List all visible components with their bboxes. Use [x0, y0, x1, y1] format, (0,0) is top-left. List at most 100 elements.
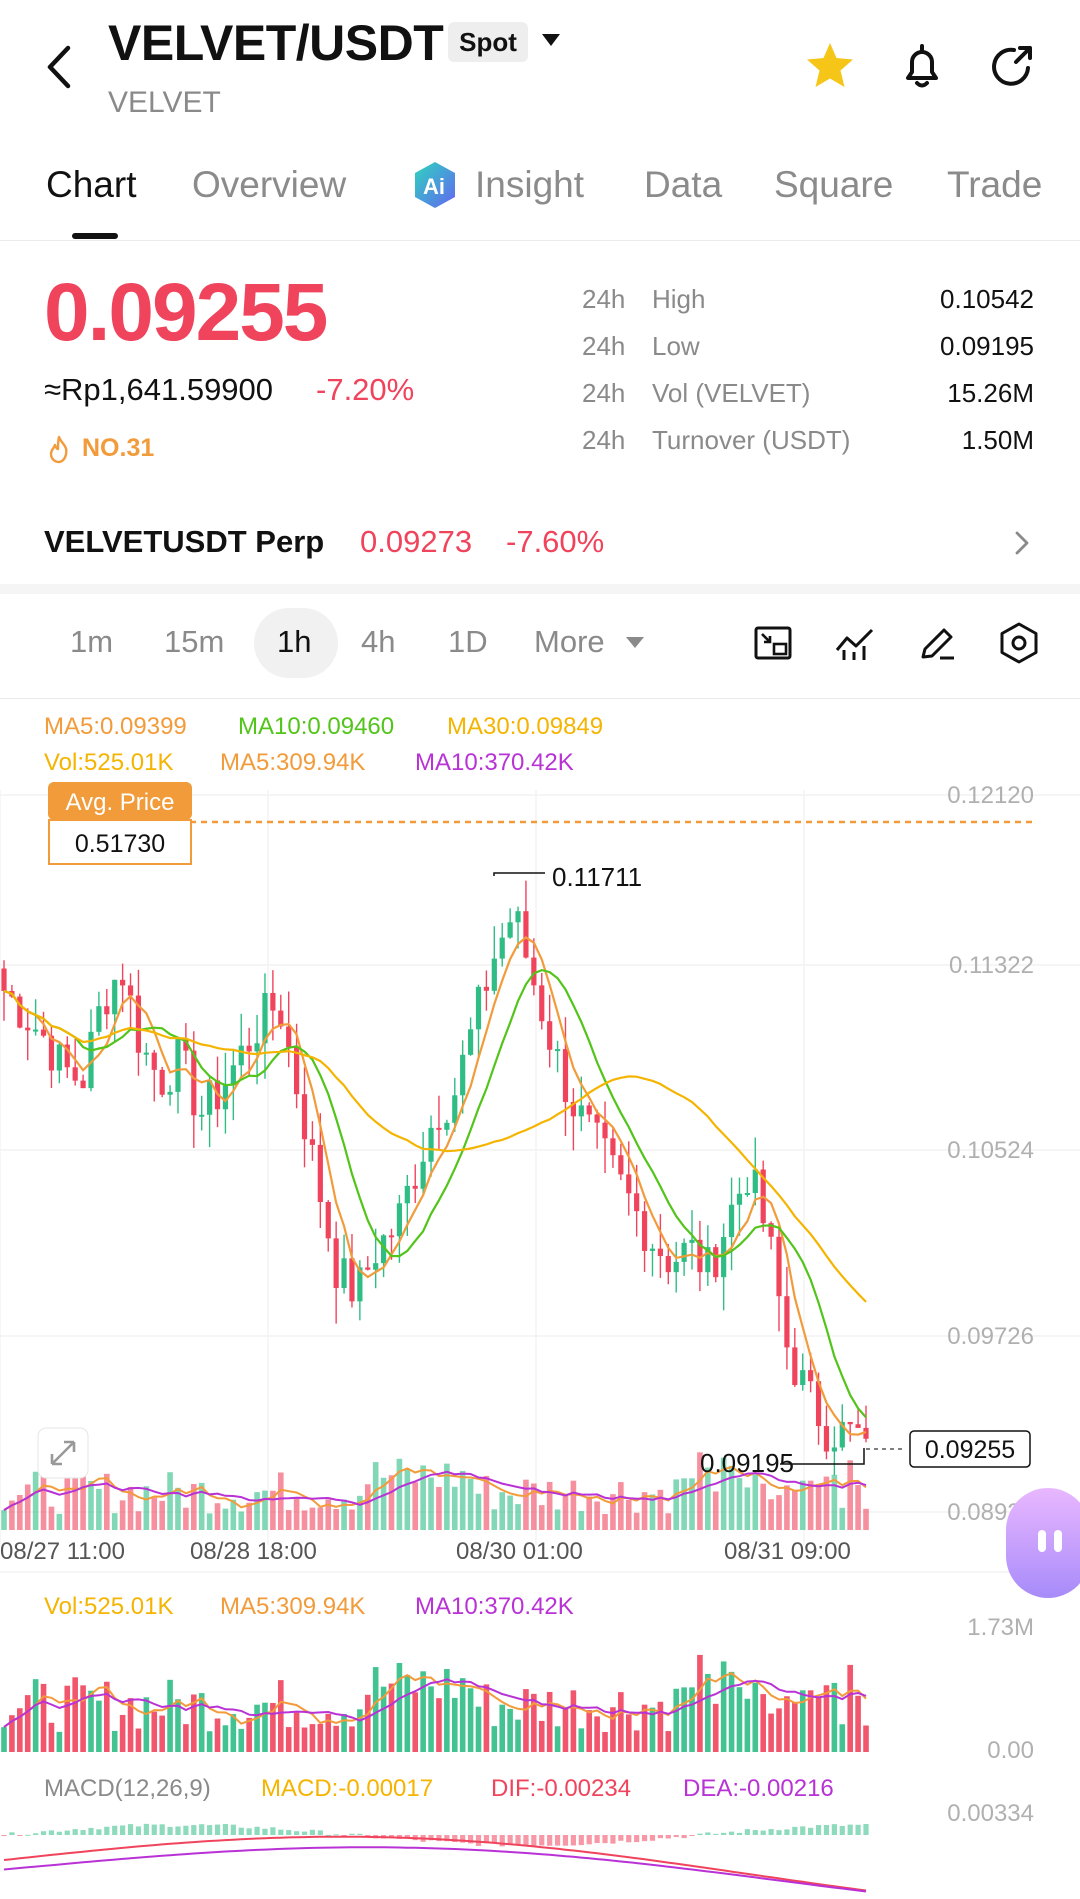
- tab-insight[interactable]: Insight: [475, 164, 584, 206]
- price-change: -7.20%: [316, 372, 415, 407]
- volume-bar: [246, 1502, 252, 1530]
- macd-bar: [721, 1832, 727, 1835]
- macd-bar: [768, 1829, 774, 1835]
- tab-square[interactable]: Square: [774, 164, 893, 206]
- volume-bar: [364, 1484, 371, 1530]
- candle-body: [610, 1138, 616, 1156]
- perp-name[interactable]: VELVETUSDT Perp: [44, 524, 324, 560]
- chart-mode-icon[interactable]: [750, 620, 796, 666]
- macd-bar: [475, 1835, 482, 1846]
- volume-bar: [48, 1506, 55, 1530]
- volume-bar: [657, 1701, 664, 1752]
- stat-value: 15.26M: [947, 378, 1034, 408]
- macd-bar: [491, 1835, 497, 1843]
- stat-period: 24h: [582, 425, 626, 455]
- volume-bar: [80, 1476, 86, 1530]
- volume-bar: [839, 1724, 846, 1752]
- settings-icon[interactable]: [996, 620, 1042, 666]
- volume-bar: [799, 1690, 806, 1752]
- interval-4h[interactable]: 4h: [361, 624, 395, 660]
- y-tick: 0.00: [987, 1737, 1034, 1764]
- volume-bar: [183, 1507, 189, 1530]
- volume-bar: [499, 1704, 506, 1752]
- price-chart[interactable]: MA5:0.09399 MA10:0.09460 MA30:0.09849 Vo…: [0, 700, 1080, 1899]
- macd-bar: [776, 1830, 782, 1835]
- stat-period: 24h: [582, 331, 626, 361]
- interval-1m[interactable]: 1m: [70, 624, 113, 660]
- macd-bar: [657, 1835, 663, 1839]
- volume-bar: [1, 1727, 7, 1752]
- volume-bar: [206, 1731, 213, 1752]
- legend-vol-ma10: MA10:370.42K: [415, 749, 574, 776]
- candle-body: [649, 1248, 656, 1251]
- macd-bar: [120, 1825, 126, 1835]
- volume-bar: [111, 1730, 118, 1752]
- volume-bars: [1, 1654, 869, 1752]
- candle-body: [475, 986, 482, 1030]
- candle-body: [388, 1235, 395, 1238]
- chevron-down-icon[interactable]: [542, 34, 560, 46]
- macd-bar: [96, 1829, 102, 1835]
- chevron-right-icon[interactable]: [1012, 528, 1032, 558]
- back-arrow-icon[interactable]: [40, 42, 80, 92]
- macd-bar: [578, 1835, 584, 1846]
- tab-data[interactable]: Data: [644, 164, 722, 206]
- macd-bar: [689, 1835, 695, 1836]
- macd-bar: [262, 1828, 268, 1835]
- volume-bar: [523, 1689, 529, 1752]
- candle-body: [349, 1258, 355, 1302]
- candle-body: [491, 958, 497, 991]
- chevron-down-icon[interactable]: [626, 637, 644, 648]
- macd-bar: [317, 1830, 323, 1835]
- volume-bar: [475, 1706, 482, 1752]
- volume-bar: [32, 1471, 39, 1530]
- indicators-icon[interactable]: [832, 620, 878, 666]
- volume-bar: [238, 1511, 245, 1530]
- assistant-bubble[interactable]: [1006, 1488, 1080, 1598]
- tab-overview[interactable]: Overview: [192, 164, 346, 206]
- volume-bar: [183, 1724, 189, 1752]
- volume-bar: [744, 1698, 751, 1752]
- volume-bar: [262, 1490, 268, 1530]
- interval-1h[interactable]: 1h: [277, 624, 311, 660]
- interval-1d[interactable]: 1D: [448, 624, 488, 660]
- macd-bar: [17, 1835, 23, 1836]
- macd-bar: [800, 1826, 806, 1835]
- volume-bar: [317, 1723, 324, 1752]
- share-icon[interactable]: [984, 38, 1040, 94]
- volume-bar: [491, 1726, 498, 1752]
- perp-change: -7.60%: [506, 524, 605, 559]
- candle-body: [444, 1122, 450, 1130]
- stat-value: 0.10542: [940, 284, 1034, 314]
- candle-body: [554, 1049, 561, 1052]
- volume-bar: [24, 1484, 31, 1530]
- tab-chart[interactable]: Chart: [46, 164, 136, 206]
- macd-legend: DIF:-0.00234: [491, 1775, 631, 1802]
- macd-bar: [570, 1835, 576, 1846]
- volume-bar: [736, 1478, 743, 1530]
- macd-bar: [815, 1825, 822, 1835]
- macd-bar: [33, 1833, 39, 1835]
- star-icon[interactable]: [802, 38, 858, 94]
- volume-bar: [760, 1694, 766, 1752]
- avg-price-label: Avg. Price: [66, 789, 175, 816]
- macd-bar: [618, 1835, 624, 1841]
- interval-15m[interactable]: 15m: [164, 624, 224, 660]
- macd-bar: [626, 1835, 632, 1843]
- vol-panel-legend: Vol:525.01K: [44, 1593, 173, 1620]
- candle-body: [823, 1426, 830, 1452]
- macd-bar: [863, 1824, 869, 1835]
- market-type-selector[interactable]: Spot: [448, 22, 528, 62]
- section-separator: [0, 584, 1080, 594]
- draw-pencil-icon[interactable]: [914, 620, 960, 666]
- bell-icon[interactable]: [894, 38, 950, 94]
- tab-trade[interactable]: Trade: [947, 164, 1042, 206]
- y-tick: 0.00334: [947, 1800, 1034, 1827]
- macd-histogram: [1, 1823, 869, 1893]
- candle-body: [420, 1161, 426, 1189]
- volume-bar: [586, 1496, 593, 1530]
- interval-more[interactable]: More: [534, 624, 605, 660]
- macd-bar: [72, 1829, 78, 1835]
- volume-bar: [388, 1475, 395, 1530]
- y-tick: 0.11322: [949, 952, 1034, 979]
